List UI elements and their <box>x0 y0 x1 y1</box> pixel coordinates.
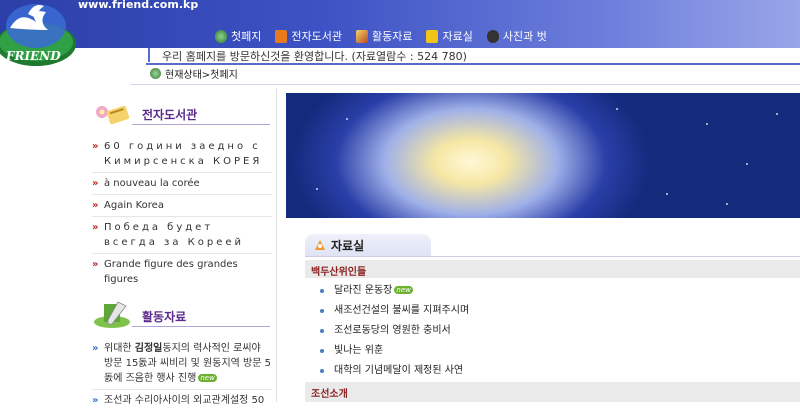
nav-label: 활동자료 <box>371 30 413 43</box>
star <box>746 163 748 165</box>
star <box>776 113 778 115</box>
new-badge: new <box>394 286 413 294</box>
activity-pen-icon <box>94 301 130 328</box>
star <box>726 203 728 205</box>
star <box>616 108 618 110</box>
nav-item-home[interactable]: 첫페지 <box>215 28 261 44</box>
list-item[interactable]: » Победа будет всегда за Кореей <box>92 217 272 254</box>
arrow-bullet-icon: » <box>92 259 99 270</box>
list-item[interactable]: 빛나는 위훈 <box>320 342 469 362</box>
list-item[interactable]: » 위대한 김정일동지의 력사적인 로씨야 방문 15돐과 씨비리 및 원동지역 … <box>92 338 272 390</box>
arrow-bullet-icon: » <box>92 222 99 233</box>
hero-banner <box>286 93 800 218</box>
star <box>316 188 318 190</box>
globe-icon <box>150 68 161 79</box>
breadcrumb: 현재상태>첫페지 <box>150 66 238 81</box>
divider <box>132 124 270 125</box>
category-header[interactable]: 조선소개 <box>305 382 800 402</box>
tab-resources[interactable]: 자료실 <box>305 234 431 256</box>
list-item[interactable]: 대학의 기념메달이 제정된 사연 <box>320 362 469 382</box>
arrow-bullet-icon: » <box>92 141 99 152</box>
resource-list: 달라진 운동장 new 새조선건설의 불씨를 지펴주시며 조선로동당의 영원한 충… <box>320 282 469 382</box>
arrow-bullet-icon: » <box>92 200 99 211</box>
divider <box>146 63 800 65</box>
activity-section-header: 활동자료 <box>92 300 272 332</box>
nav-item-photos[interactable]: 사진과 벗 <box>486 28 547 44</box>
activity-list: » 위대한 김정일동지의 력사적인 로씨야 방문 15돐과 씨비리 및 원동지역 … <box>92 338 272 411</box>
list-item[interactable]: » à nouveau la corée <box>92 173 272 195</box>
book-flower-icon <box>96 105 130 125</box>
nav-label: 첫페지 <box>231 30 262 43</box>
library-list: » 60 години заедно с Кимирсенска КОРЕЯ » à… <box>92 136 272 290</box>
list-item[interactable]: 새조선건설의 불씨를 지펴주시며 <box>320 302 469 322</box>
star <box>706 123 708 125</box>
nav-label: 전자도서관 <box>291 30 342 43</box>
list-item[interactable]: 조선로동당의 영원한 충비서 <box>320 322 469 342</box>
star <box>666 193 668 195</box>
section-title: 전자도서관 <box>142 108 198 122</box>
list-item[interactable]: » 60 години заедно с Кимирсенска КОРЕЯ <box>92 136 272 173</box>
divider <box>132 326 270 327</box>
arrow-bullet-icon: » <box>92 395 99 406</box>
list-item[interactable]: 달라진 운동장 new <box>320 282 469 302</box>
site-url: www.friend.com.kp <box>78 0 199 11</box>
divider <box>130 84 800 85</box>
library-section-header: 전자도서관 <box>92 98 272 130</box>
list-item[interactable]: » Again Korea <box>92 195 272 217</box>
folder-icon <box>426 29 439 43</box>
friend-logo[interactable]: FRIEND <box>0 0 80 70</box>
list-item[interactable]: » 조선과 수리아사이의 외교관계설정 50 <box>92 390 272 411</box>
logo-text: FRIEND <box>5 49 61 63</box>
resource-icon <box>315 240 325 250</box>
divider <box>305 256 800 257</box>
main-nav: 첫페지 전자도서관 활동자료 자료실 사진과 벗 <box>215 28 547 44</box>
arrow-bullet-icon: » <box>92 343 99 354</box>
section-title: 활동자료 <box>142 310 187 324</box>
nav-item-library[interactable]: 전자도서관 <box>275 28 342 44</box>
nav-item-activity[interactable]: 활동자료 <box>355 28 413 44</box>
category-header[interactable]: 백두산위인들 <box>305 260 800 278</box>
book-icon <box>275 29 288 43</box>
welcome-bar: 우리 홈페지를 방문하신것을 환영합니다. (자료열람수 : 524 780) <box>148 48 800 63</box>
nav-item-resources[interactable]: 자료실 <box>426 28 473 44</box>
top-header: www.friend.com.kp 첫페지 전자도서관 활동자료 자료실 사진과… <box>0 0 800 48</box>
camera-icon <box>486 29 499 43</box>
left-sidebar: 전자도서관 » 60 години заедно с Кимирсенска КО… <box>92 98 272 411</box>
nav-label: 자료실 <box>442 30 473 43</box>
new-badge: new <box>198 374 217 382</box>
arrow-bullet-icon: » <box>92 178 99 189</box>
list-item[interactable]: » Grande figure des grandes figures <box>92 254 272 290</box>
vertical-divider <box>276 88 277 402</box>
tab-label: 자료실 <box>331 238 365 253</box>
breadcrumb-text: 현재상태>첫페지 <box>165 70 238 81</box>
star <box>346 118 348 120</box>
pen-icon <box>355 29 368 43</box>
welcome-text: 우리 홈페지를 방문하신것을 환영합니다. (자료열람수 : 524 780) <box>162 50 467 63</box>
globe-icon <box>215 29 227 43</box>
nav-label: 사진과 벗 <box>502 30 547 43</box>
